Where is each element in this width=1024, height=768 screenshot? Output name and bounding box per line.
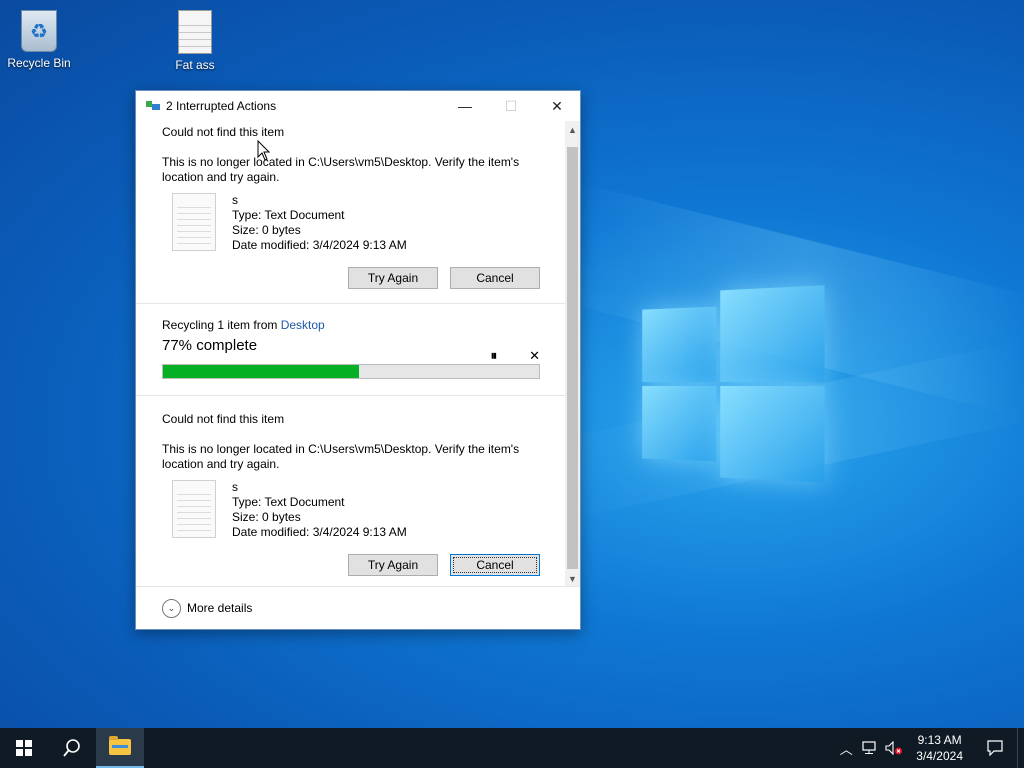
show-desktop-button[interactable] xyxy=(1017,728,1024,768)
windows-wallpaper-logo xyxy=(642,285,825,485)
file-info: s Type: Text Document Size: 0 bytes Date… xyxy=(172,480,540,540)
file-name: s xyxy=(232,193,238,207)
error-heading: Could not find this item xyxy=(162,412,285,426)
vertical-scrollbar[interactable]: ▲ ▼ xyxy=(565,121,580,587)
scroll-up-icon[interactable]: ▲ xyxy=(565,121,580,138)
file-type: Type: Text Document xyxy=(232,495,345,509)
taskbar: ︿ 9:13 AM 3/4/2024 xyxy=(0,728,1024,768)
try-again-button[interactable]: Try Again xyxy=(348,554,438,576)
start-button[interactable] xyxy=(0,728,48,768)
show-hidden-icons-button[interactable]: ︿ xyxy=(834,728,858,768)
pause-icon[interactable]: ⏸ xyxy=(491,348,498,364)
error-section: Could not find this item This is no long… xyxy=(136,396,566,576)
error-message: This is no longer located in C:\Users\vm… xyxy=(162,442,520,471)
chevron-down-icon[interactable]: ⌄ xyxy=(162,598,181,618)
search-button[interactable] xyxy=(48,728,96,768)
file-date-modified: Date modified: 3/4/2024 9:13 AM xyxy=(232,525,407,539)
dialog-footer: ⌄ More details xyxy=(136,586,580,629)
progress-bar-fill xyxy=(163,365,359,378)
error-section: Could not find this item This is no long… xyxy=(136,121,566,304)
volume-muted-icon[interactable] xyxy=(882,728,906,768)
windows-logo-icon xyxy=(16,740,32,756)
text-file-icon xyxy=(178,10,212,54)
close-button[interactable]: ✕ xyxy=(534,91,580,121)
dialog-title: 2 Interrupted Actions xyxy=(166,99,277,113)
file-type: Type: Text Document xyxy=(232,208,345,222)
file-explorer-taskbar-button[interactable] xyxy=(96,728,144,768)
desktop-icon-recycle-bin[interactable]: Recycle Bin xyxy=(1,2,77,70)
desktop-icon-label: Recycle Bin xyxy=(7,56,71,70)
error-message: This is no longer located in C:\Users\vm… xyxy=(162,155,520,184)
scrollbar-thumb[interactable] xyxy=(567,147,578,569)
try-again-button[interactable]: Try Again xyxy=(348,267,438,289)
title-bar[interactable]: 2 Interrupted Actions — ☐ ✕ xyxy=(136,91,580,121)
scroll-down-icon[interactable]: ▼ xyxy=(565,570,580,587)
minimize-button[interactable]: — xyxy=(442,91,488,121)
progress-description: Recycling 1 item from Desktop xyxy=(162,318,540,332)
file-size: Size: 0 bytes xyxy=(232,223,301,237)
progress-section: Recycling 1 item from Desktop 77% comple… xyxy=(136,304,566,396)
more-details-link[interactable]: More details xyxy=(187,601,252,615)
clock-date: 3/4/2024 xyxy=(916,749,963,763)
file-explorer-icon xyxy=(109,736,131,755)
search-icon xyxy=(63,739,80,757)
desktop-icon-fat-ass[interactable]: Fat ass xyxy=(157,2,233,72)
file-date-modified: Date modified: 3/4/2024 9:13 AM xyxy=(232,238,407,252)
clock[interactable]: 9:13 AM 3/4/2024 xyxy=(906,732,973,764)
progress-prefix: Recycling 1 item from xyxy=(162,318,281,332)
desktop-location-link[interactable]: Desktop xyxy=(281,318,325,332)
file-info: s Type: Text Document Size: 0 bytes Date… xyxy=(172,193,540,253)
cancel-button[interactable]: Cancel xyxy=(450,267,540,289)
dialog-content: Could not find this item This is no long… xyxy=(136,121,566,587)
system-tray: ︿ 9:13 AM 3/4/2024 xyxy=(834,728,1024,768)
file-operation-icon xyxy=(146,101,160,111)
network-icon[interactable] xyxy=(858,728,882,768)
desktop-icon-label: Fat ass xyxy=(175,58,215,72)
text-document-icon xyxy=(172,480,216,538)
recycle-bin-icon xyxy=(21,10,57,52)
interrupted-actions-dialog: 2 Interrupted Actions — ☐ ✕ Could not fi… xyxy=(135,90,581,630)
progress-bar xyxy=(162,364,540,379)
file-size: Size: 0 bytes xyxy=(232,510,301,524)
progress-percent: 77% complete xyxy=(162,337,258,354)
action-center-icon[interactable] xyxy=(973,728,1017,768)
maximize-button: ☐ xyxy=(504,97,518,114)
text-document-icon xyxy=(172,193,216,251)
clock-time: 9:13 AM xyxy=(917,733,962,747)
cancel-button[interactable]: Cancel xyxy=(450,554,540,576)
error-heading: Could not find this item xyxy=(162,125,285,139)
file-name: s xyxy=(232,480,238,494)
cancel-operation-icon[interactable]: ✕ xyxy=(529,348,540,364)
